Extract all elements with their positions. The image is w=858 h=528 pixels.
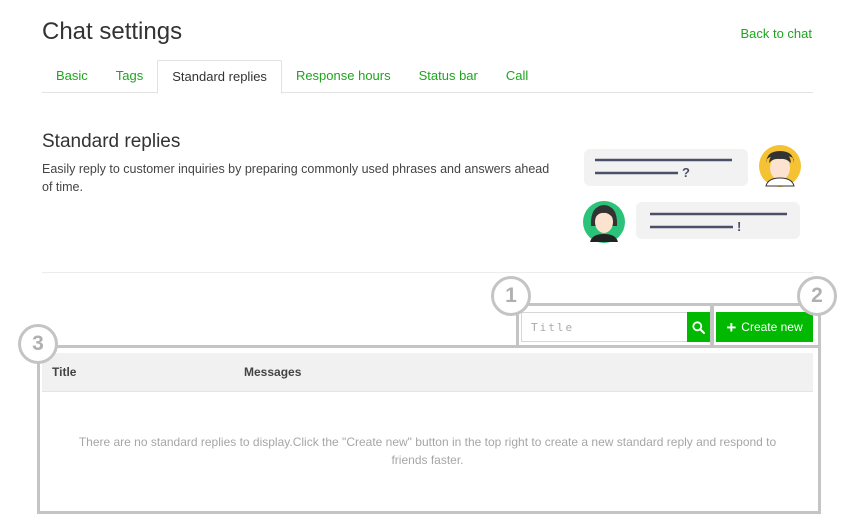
title-search-input[interactable]: [521, 312, 687, 342]
section-divider: [42, 272, 813, 273]
answer-bubble: [636, 202, 800, 239]
page-title: Chat settings: [42, 18, 183, 45]
annotation-marker-3: 3: [18, 324, 58, 364]
search-icon: [692, 320, 705, 334]
section-title: Standard replies: [42, 131, 181, 152]
create-new-button[interactable]: + Create new: [716, 312, 813, 342]
tab-standard-replies[interactable]: Standard replies: [157, 60, 282, 94]
back-to-chat-link[interactable]: Back to chat: [740, 26, 812, 41]
standard-replies-table: Title Messages There are no standard rep…: [42, 353, 813, 511]
tab-response-hours[interactable]: Response hours: [282, 60, 405, 93]
woman-avatar-icon: [583, 201, 625, 243]
tab-basic[interactable]: Basic: [42, 60, 102, 93]
tab-tags[interactable]: Tags: [102, 60, 157, 93]
tab-status-bar[interactable]: Status bar: [405, 60, 492, 93]
search-button[interactable]: [687, 312, 710, 342]
man-avatar-icon: [759, 145, 801, 187]
empty-state-message: There are no standard replies to display…: [78, 435, 777, 467]
question-mark: ?: [682, 165, 690, 180]
table-header: Title Messages: [42, 353, 813, 392]
tab-call[interactable]: Call: [492, 60, 542, 93]
annotation-marker-2: 2: [797, 276, 837, 316]
exclamation-mark: !: [737, 219, 741, 234]
search-box: [521, 312, 710, 342]
settings-tabs: Basic Tags Standard replies Response hou…: [42, 60, 813, 94]
plus-icon: +: [726, 317, 737, 337]
column-title: Title: [52, 365, 77, 379]
question-bubble: [584, 149, 748, 186]
column-messages: Messages: [244, 365, 302, 379]
chat-illustration: ? !: [583, 145, 801, 243]
section-description: Easily reply to customer inquiries by pr…: [42, 162, 550, 194]
create-new-label: Create new: [741, 320, 803, 334]
annotation-marker-1: 1: [491, 276, 531, 316]
